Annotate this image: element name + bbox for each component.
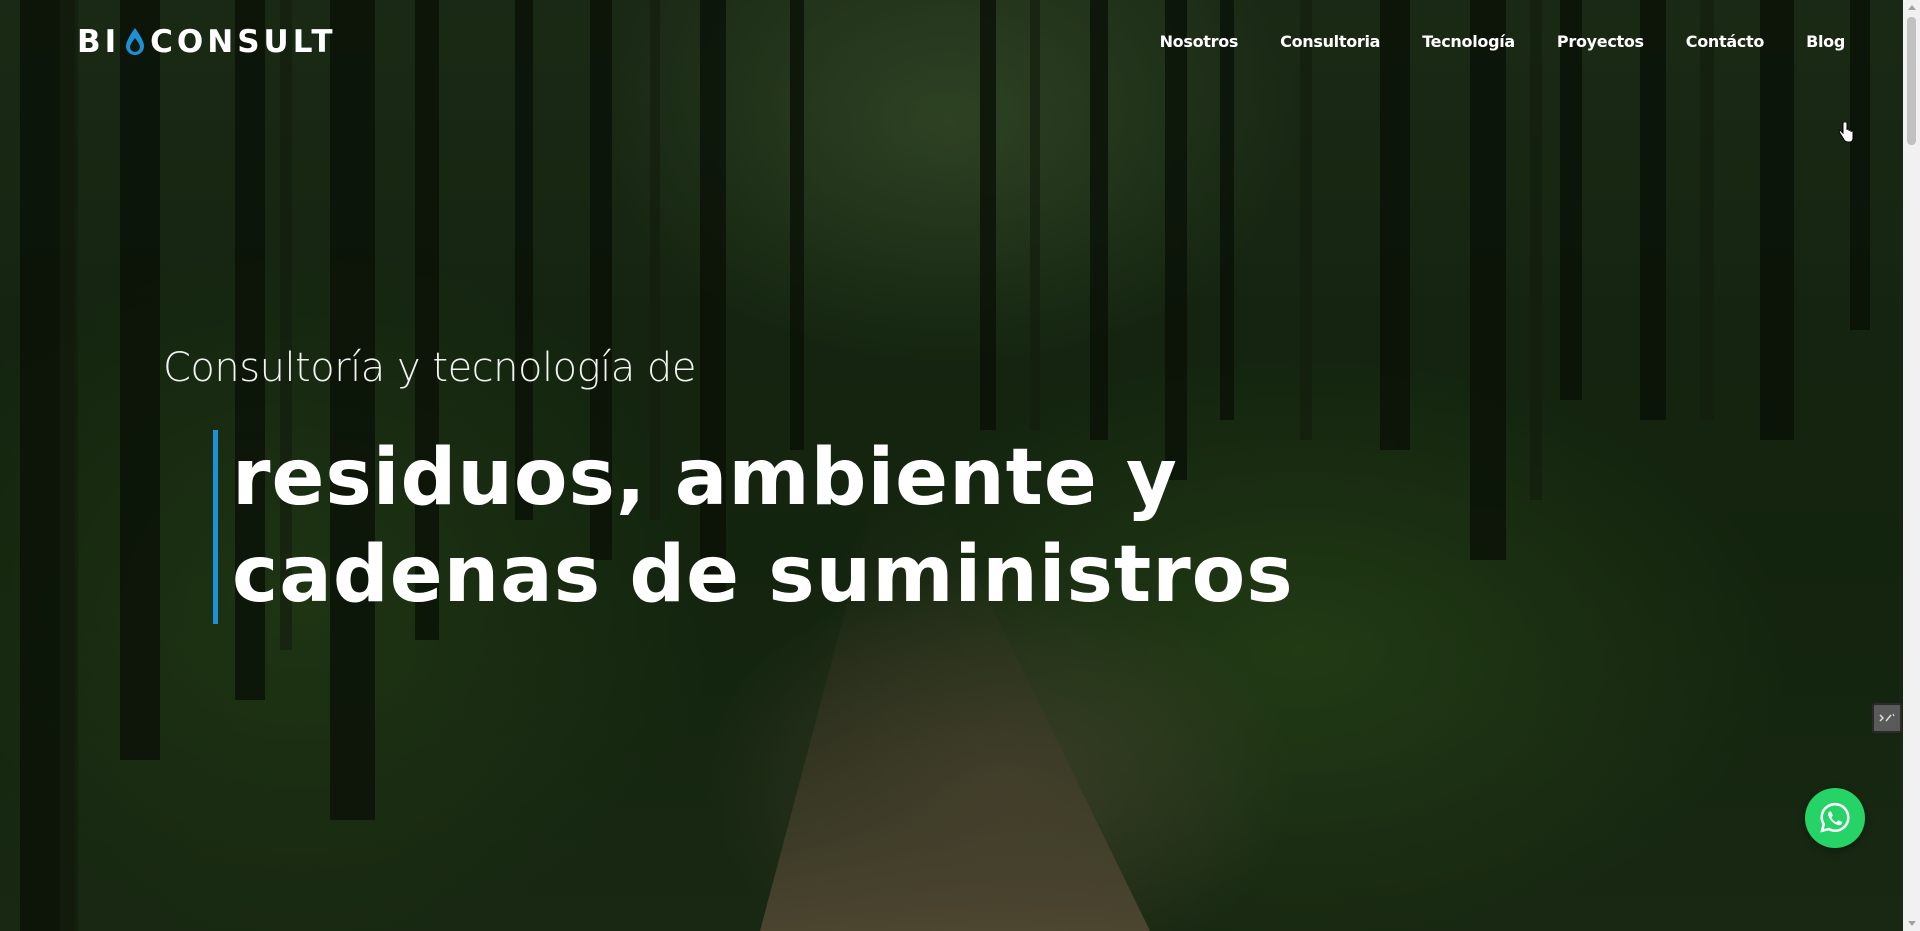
nav-link-nosotros[interactable]: Nosotros [1160, 32, 1239, 51]
code-widget-button[interactable] [1872, 703, 1902, 733]
logo-text-right: CONSULT [150, 24, 337, 60]
hero-headline-line-1: residuos, ambiente y [232, 433, 1178, 523]
logo-text-left: BI [77, 24, 121, 60]
code-widget-icon [1879, 713, 1895, 722]
hero-headline-line-2: cadenas de suministros [232, 530, 1294, 620]
nav-link-proyectos[interactable]: Proyectos [1557, 32, 1644, 51]
water-drop-icon [124, 27, 146, 57]
hero-headline: residuos, ambiente y cadenas de suminist… [213, 430, 1294, 624]
nav-link-contacto[interactable]: Contácto [1686, 32, 1765, 51]
nav-link-consultoria[interactable]: Consultoria [1280, 32, 1380, 51]
bioconsult-logo[interactable]: BI CONSULT [77, 24, 337, 60]
scrollbar-thumb[interactable] [1907, 17, 1916, 145]
scroll-down-arrow-icon[interactable] [1908, 921, 1916, 926]
nav-link-blog[interactable]: Blog [1806, 32, 1845, 51]
hand-cursor-icon [1838, 121, 1854, 149]
page-scrollbar[interactable] [1903, 0, 1920, 931]
hero-subtitle: Consultoría y tecnología de [163, 345, 696, 391]
whatsapp-chat-button[interactable] [1805, 788, 1865, 848]
scroll-up-arrow-icon[interactable] [1908, 5, 1916, 10]
nav-link-tecnologia[interactable]: Tecnología [1422, 32, 1515, 51]
whatsapp-icon [1820, 802, 1850, 833]
site-header: BI CONSULT Nosotros Consultoria Tecnolog… [0, 0, 1903, 88]
main-navigation: Nosotros Consultoria Tecnología Proyecto… [1160, 32, 1846, 51]
